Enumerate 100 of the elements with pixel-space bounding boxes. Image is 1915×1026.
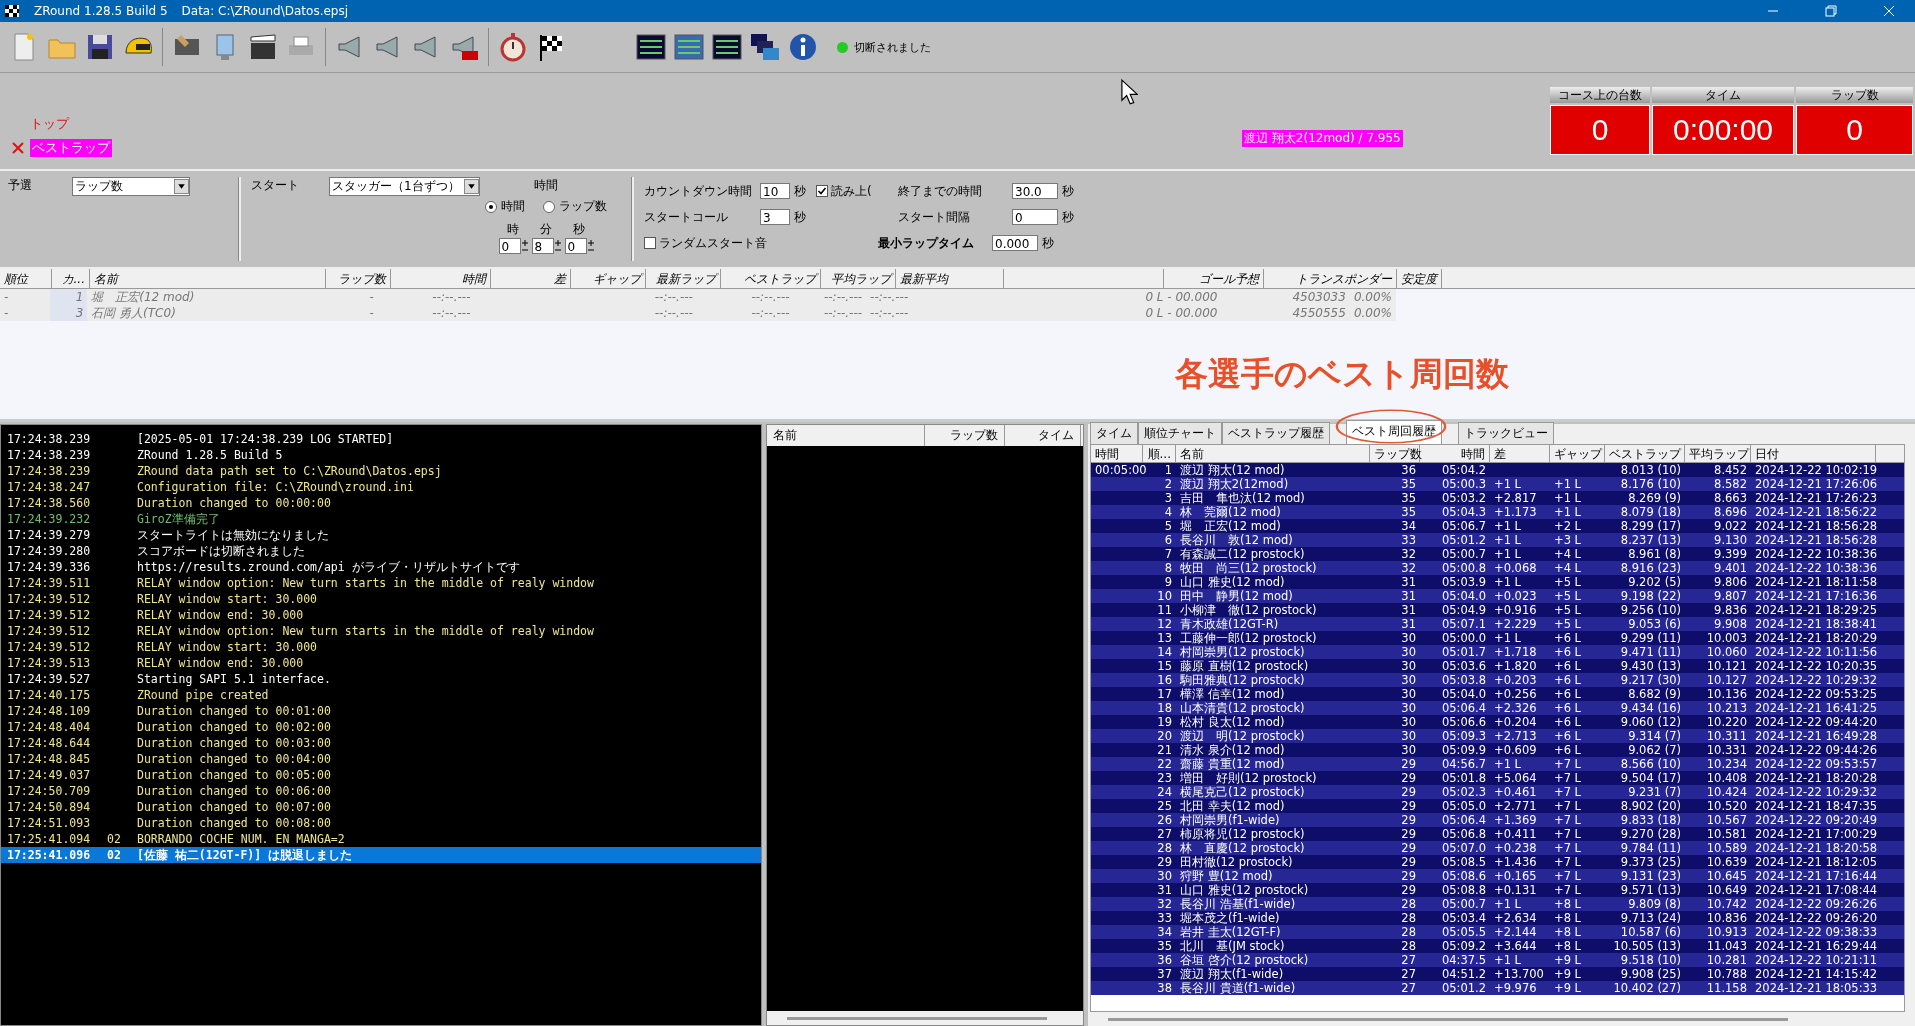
qualifying-label: 予選 — [8, 177, 32, 194]
log-entry[interactable]: 17:24:38.239 [2025-05-01 17:24:38.239 LOG STARTED] — [1, 431, 761, 447]
random-start-sound-checkbox[interactable]: ランダムスタート音 — [644, 234, 866, 252]
table-cell-text: 渡辺 翔太2(12mod) — [1179, 477, 1290, 491]
column-header[interactable]: 名前 — [90, 269, 326, 288]
table-row[interactable]: - 1 堀 正宏(12 mod) - --:--.--- --:--.--- --:--.--- --:--.--- --:--.--- 0 L - 00.000 4503033 0.00% — [0, 289, 1396, 305]
column-header[interactable]: 時間 — [1091, 445, 1143, 462]
column-header[interactable]: ベストラップ — [1605, 445, 1685, 462]
log-entry[interactable]: 17:24:48.845 Duration changed to 00:04:00 — [1, 751, 761, 767]
table-row[interactable]: - 3 石岡 勇人(TC0) - --:--.--- --:--.--- --:--.--- --:--.--- --:--.--- 0 L - 00.000 4550555 0.00% — [0, 305, 1396, 321]
screen-layout-icon[interactable] — [711, 31, 743, 63]
min-lap-field[interactable]: 0.000 — [992, 235, 1038, 251]
log-entry[interactable]: 17:24:50.709 Duration changed to 00:06:00 — [1, 783, 761, 799]
close-icon[interactable] — [1881, 3, 1897, 19]
column-header[interactable]: ギャップ — [571, 269, 646, 288]
table-cell-text: 10.788 — [1705, 967, 1748, 981]
log-entry[interactable]: 17:24:39.279 スタートライトは無効になりました — [1, 527, 761, 543]
table-cell-text: 05:07.0 — [1440, 841, 1487, 855]
table-cell-text: 青木政雄(12GT-R) — [1179, 617, 1280, 631]
start-call-field[interactable]: 3 — [760, 209, 790, 225]
log-entry[interactable]: 17:24:39.512 RELAY window start: 30.000 — [1, 591, 761, 607]
tab[interactable]: タイム — [1090, 422, 1138, 444]
column-header[interactable]: ギャップ — [1550, 445, 1605, 462]
log-entry[interactable]: 17:24:39.512 RELAY window start: 30.000 — [1, 639, 761, 655]
mode-radio[interactable]: ラップ数 — [543, 198, 607, 215]
time-group-label: 時間 — [534, 177, 558, 194]
column-header[interactable]: トランスポンダー — [1264, 269, 1397, 288]
scrollbar-thumb[interactable] — [1108, 1017, 1788, 1021]
column-header[interactable]: ベストラップ — [721, 269, 821, 288]
spinner-arrows-icon[interactable] — [521, 239, 528, 253]
log-entry[interactable]: 17:25:41.096 02 [佐藤 祐二(12GT-F)] は脱退しました — [1, 847, 761, 863]
duration-unit-label: 時 — [507, 221, 519, 238]
table-cell-text: 8.269 (9) — [1627, 491, 1682, 505]
table-cell-text: 10.402 (27) — [1612, 981, 1682, 995]
log-entry[interactable]: 17:24:49.037 Duration changed to 00:05:00 — [1, 767, 761, 783]
start-dropdown[interactable]: スタッガー（1台ずつ） — [329, 177, 480, 196]
column-header[interactable]: 日付 — [1751, 445, 1876, 462]
column-header[interactable]: 安定度 — [1397, 269, 1442, 288]
mode-radio[interactable]: 時間 — [485, 198, 525, 215]
info-icon[interactable] — [787, 31, 819, 63]
duration-unit-label: 秒 — [573, 221, 585, 238]
table-cell-text: 8 — [1163, 561, 1173, 575]
table-cell-text: 渡辺 翔太(12 mod) — [1179, 463, 1286, 477]
column-header[interactable]: 最新平均 — [896, 269, 1004, 288]
log-entry[interactable]: 17:24:40.175 ZRound pipe created — [1, 687, 761, 703]
spinner-arrows-icon[interactable] — [554, 239, 561, 253]
log-entry[interactable]: 17:24:39.232 GiroZ準備完了 — [1, 511, 761, 527]
table-cell-text: 05:07.1 — [1440, 617, 1487, 631]
table-cell-text: 13 — [1156, 631, 1173, 645]
log-entry[interactable]: 17:24:48.644 Duration changed to 00:03:00 — [1, 735, 761, 751]
table-cell-text: 9.401 — [1713, 561, 1748, 575]
log-entry[interactable]: 17:24:48.404 Duration changed to 00:02:00 — [1, 719, 761, 735]
column-header[interactable]: ゴール予想 — [1164, 269, 1264, 288]
log-entry[interactable]: 17:24:38.560 Duration changed to 00:00:00 — [1, 495, 761, 511]
log-entry[interactable]: 17:24:39.527 Starting SAPI 5.1 interface. — [1, 671, 761, 687]
log-entry[interactable]: 17:24:38.239 ZRound data path set to C:\ZRound\Datos.epsj — [1, 463, 761, 479]
column-header[interactable]: 名前 — [1176, 445, 1370, 462]
log-entry[interactable]: 17:24:50.894 Duration changed to 00:07:00 — [1, 799, 761, 815]
table-cell-text: 田村徹(12 prostock) — [1179, 855, 1294, 869]
column-header[interactable]: 順... — [1143, 445, 1176, 462]
column-header[interactable]: ラップ数 — [1370, 445, 1420, 462]
column-header[interactable]: カ... — [52, 269, 90, 288]
duration-field[interactable]: 8 — [531, 238, 554, 254]
restore-icon[interactable] — [1823, 3, 1839, 19]
screen-layout-icon[interactable] — [635, 31, 667, 63]
log-entry[interactable]: 17:25:41.094 02 BORRANDO COCHE NUM. EN MANGA=2 — [1, 831, 761, 847]
spinner-arrows-icon[interactable] — [587, 239, 594, 253]
windows-stack-icon[interactable] — [749, 31, 781, 63]
scrollbar-thumb[interactable] — [787, 1016, 1047, 1020]
log-entry[interactable]: 17:24:48.109 Duration changed to 00:01:00 — [1, 703, 761, 719]
start-interval-field[interactable]: 0 — [1012, 209, 1058, 225]
end-time-field[interactable]: 30.0 — [1012, 183, 1058, 199]
log-entry[interactable]: 17:24:39.511 RELAY window option: New turn starts in the middle of realy window — [1, 575, 761, 591]
table-cell-text: 29 — [1400, 757, 1417, 771]
log-entry[interactable]: 17:24:51.093 Duration changed to 00:08:00 — [1, 815, 761, 831]
countdown-field[interactable]: 10 — [760, 183, 790, 199]
column-header[interactable]: 平均ラップ — [1685, 445, 1751, 462]
read-aloud-checkbox[interactable]: 読み上( — [816, 182, 886, 200]
column-header[interactable]: 平均ラップ — [821, 269, 896, 288]
log-entry[interactable]: 17:24:39.513 RELAY window end: 30.000 — [1, 655, 761, 671]
log-entry[interactable]: 17:24:39.512 RELAY window option: New turn starts in the middle of realy window — [1, 623, 761, 639]
log-entry[interactable]: 17:24:38.247 Configuration file: C:\ZRound\zround.ini — [1, 479, 761, 495]
column-header[interactable]: 差 — [1490, 445, 1550, 462]
tab[interactable]: ベスト周回履歴 — [1346, 420, 1442, 444]
tab[interactable]: ベストラップ履歴 — [1222, 422, 1330, 444]
duration-field[interactable]: 0 — [498, 238, 521, 254]
column-header[interactable]: 時間 — [391, 269, 491, 288]
log-entry[interactable]: 17:24:39.280 スコアボードは切断されました — [1, 543, 761, 559]
column-header[interactable]: ラップ数 — [326, 269, 391, 288]
qualifying-dropdown[interactable]: ラップ数 — [72, 177, 190, 196]
duration-field[interactable]: 0 — [564, 238, 587, 254]
column-header[interactable]: 順位 — [0, 269, 52, 288]
tab[interactable]: トラックビュー — [1458, 422, 1554, 444]
table-cell-text: 山口 雅史(12 mod) — [1179, 575, 1286, 589]
column-header[interactable]: 最新ラップ — [646, 269, 721, 288]
log-entry[interactable]: 17:24:39.512 RELAY window end: 30.000 — [1, 607, 761, 623]
column-header[interactable]: 差 — [491, 269, 571, 288]
log-entry[interactable]: 17:24:38.239 ZRound 1.28.5 Build 5 — [1, 447, 761, 463]
tab[interactable]: 順位チャート — [1138, 422, 1222, 444]
log-entry[interactable]: 17:24:39.336 https://results.zround.com/api がライブ・リザルトサイトです — [1, 559, 761, 575]
